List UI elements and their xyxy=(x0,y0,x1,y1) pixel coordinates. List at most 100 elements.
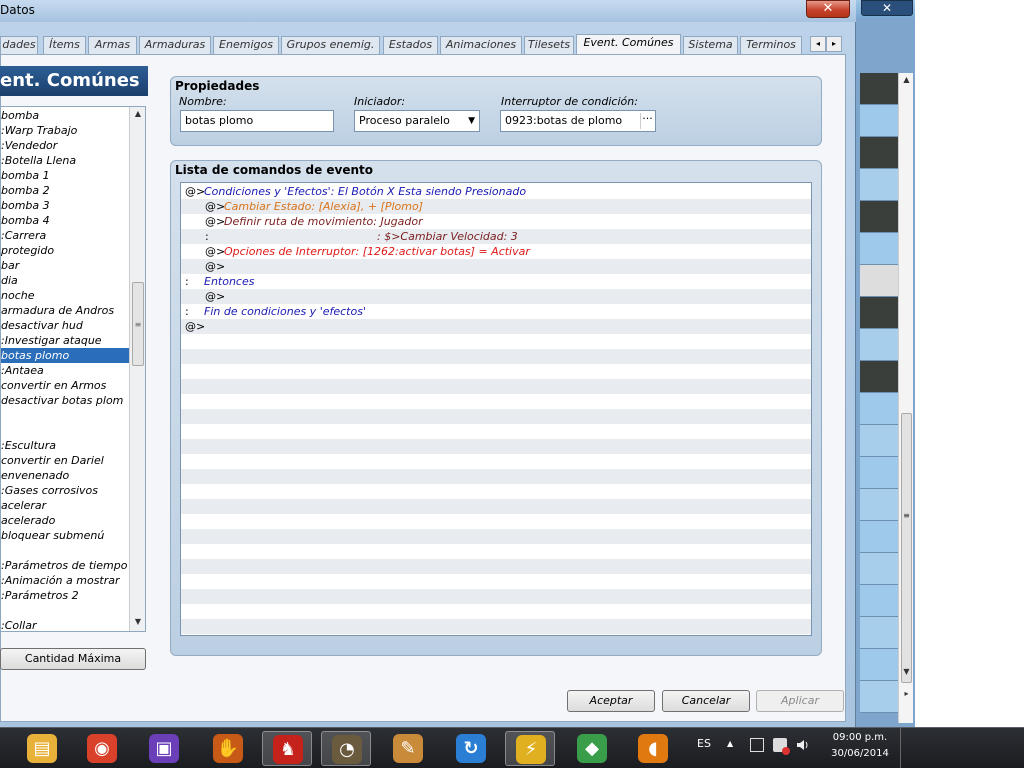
command-row[interactable] xyxy=(181,499,811,514)
list-item[interactable]: :Carrera xyxy=(1,228,129,243)
command-row[interactable]: @> xyxy=(181,259,811,274)
command-row[interactable] xyxy=(181,439,811,454)
name-input[interactable]: botas plomo xyxy=(180,110,334,132)
show-desktop-button[interactable] xyxy=(900,728,912,768)
tab-ítems[interactable]: Ítems xyxy=(43,36,86,54)
command-row[interactable] xyxy=(181,604,811,619)
command-row[interactable] xyxy=(181,469,811,484)
list-item[interactable]: desactivar botas plom xyxy=(1,393,129,408)
tab-terminos[interactable]: Terminos xyxy=(740,36,802,54)
taskbar-app-button[interactable]: ♞ xyxy=(262,731,312,766)
list-item[interactable]: protegido xyxy=(1,243,129,258)
command-row[interactable] xyxy=(181,574,811,589)
list-item[interactable]: :Gases corrosivos xyxy=(1,483,129,498)
list-item[interactable]: armadura de Andros xyxy=(1,303,129,318)
command-row[interactable] xyxy=(181,364,811,379)
list-item[interactable]: bomba 3 xyxy=(1,198,129,213)
command-row[interactable] xyxy=(181,409,811,424)
list-item[interactable]: :Parámetros 2 xyxy=(1,588,129,603)
list-item[interactable]: bomba 2 xyxy=(1,183,129,198)
command-row[interactable] xyxy=(181,424,811,439)
show-hidden-icons-icon[interactable]: ▲ xyxy=(727,739,733,748)
tab-scroll-left-icon[interactable]: ◂ xyxy=(810,36,826,52)
tab-grupos-enemig[interactable]: Grupos enemig. xyxy=(281,36,380,54)
tab-estados[interactable]: Estados xyxy=(383,36,438,54)
tab-armas[interactable]: Armas xyxy=(88,36,137,54)
list-item[interactable]: convertir en Dariel xyxy=(1,453,129,468)
tab-scroll-right-icon[interactable]: ▸ xyxy=(826,36,842,52)
command-row[interactable] xyxy=(181,349,811,364)
command-row[interactable] xyxy=(181,559,811,574)
command-row[interactable] xyxy=(181,334,811,349)
close-button[interactable]: ✕ xyxy=(806,0,850,18)
list-item[interactable]: :Antaea xyxy=(1,363,129,378)
list-item[interactable] xyxy=(1,543,129,558)
list-item[interactable]: :Warp Trabajo xyxy=(1,123,129,138)
taskbar-app-button[interactable]: ◆ xyxy=(567,731,617,766)
list-item[interactable]: :Collar xyxy=(1,618,129,631)
trigger-select[interactable]: Proceso paralelo ▼ xyxy=(354,110,480,132)
list-scroll-thumb[interactable]: ≡ xyxy=(132,282,144,366)
command-row[interactable]: : Entonces xyxy=(181,274,811,289)
action-center-icon[interactable] xyxy=(773,738,790,755)
command-row[interactable]: @> Condiciones y 'Efectos': El Botón X Es… xyxy=(181,184,811,199)
list-item[interactable]: acelerar xyxy=(1,498,129,513)
list-scrollbar[interactable]: ▲ ≡ ▼ xyxy=(129,107,145,631)
ok-button[interactable]: Aceptar xyxy=(567,690,655,712)
list-item[interactable]: :Vendedor xyxy=(1,138,129,153)
list-item[interactable]: :Escultura xyxy=(1,438,129,453)
command-row[interactable] xyxy=(181,514,811,529)
list-item[interactable]: :Animación a mostrar xyxy=(1,573,129,588)
list-item[interactable]: bloquear submenú xyxy=(1,528,129,543)
scroll-right-icon[interactable]: ▸ xyxy=(899,689,914,698)
network-icon[interactable] xyxy=(750,738,764,752)
clock-time[interactable]: 09:00 p.m. xyxy=(830,732,890,743)
command-row[interactable] xyxy=(181,589,811,604)
list-item[interactable] xyxy=(1,408,129,423)
taskbar-app-button[interactable]: ⚡ xyxy=(505,731,555,766)
taskbar-app-button[interactable]: ↻ xyxy=(446,731,496,766)
language-indicator[interactable]: ES xyxy=(697,737,711,750)
list-item[interactable]: bar xyxy=(1,258,129,273)
tab-animaciones[interactable]: Animaciones xyxy=(440,36,522,54)
command-row[interactable] xyxy=(181,484,811,499)
list-item[interactable]: :Investigar ataque xyxy=(1,333,129,348)
apply-button[interactable]: Aplicar xyxy=(756,690,844,712)
command-row[interactable] xyxy=(181,454,811,469)
background-scrollbar[interactable]: ▲ ≡ ▼ ▸ xyxy=(898,73,913,723)
taskbar-app-button[interactable]: ✋ xyxy=(203,731,253,766)
scroll-up-icon[interactable]: ▲ xyxy=(130,109,145,118)
clock-date[interactable]: 30/06/2014 xyxy=(830,748,890,759)
command-row[interactable]: @> Opciones de Interruptor: [1262:activar… xyxy=(181,244,811,259)
command-row[interactable]: : Fin de condiciones y 'efectos' xyxy=(181,304,811,319)
list-item[interactable]: bomba 4 xyxy=(1,213,129,228)
list-item[interactable]: acelerado xyxy=(1,513,129,528)
taskbar-app-button[interactable]: ◖ xyxy=(628,731,678,766)
scroll-up-icon[interactable]: ▲ xyxy=(899,75,914,84)
list-item[interactable]: :Parámetros de tiempo xyxy=(1,558,129,573)
taskbar-app-button[interactable]: ◉ xyxy=(77,731,127,766)
tab-enemigos[interactable]: Enemigos xyxy=(213,36,279,54)
common-events-list[interactable]: bomba:Warp Trabajo:Vendedor:Botella Llen… xyxy=(0,106,146,632)
scroll-thumb[interactable] xyxy=(901,413,912,683)
tab-sistema[interactable]: Sistema xyxy=(683,36,738,54)
command-row[interactable]: @> xyxy=(181,289,811,304)
command-row[interactable]: @> xyxy=(181,319,811,334)
taskbar-app-button[interactable]: ✎ xyxy=(383,731,433,766)
taskbar-app-button[interactable]: ◔ xyxy=(321,731,371,766)
command-row[interactable] xyxy=(181,394,811,409)
list-item[interactable]: convertir en Armos xyxy=(1,378,129,393)
cancel-button[interactable]: Cancelar xyxy=(662,690,750,712)
command-row[interactable]: @> Definir ruta de movimiento: Jugador xyxy=(181,214,811,229)
list-item[interactable]: noche xyxy=(1,288,129,303)
list-item[interactable] xyxy=(1,423,129,438)
max-quantity-button[interactable]: Cantidad Máxima xyxy=(0,648,146,670)
taskbar-app-button[interactable]: ▤ xyxy=(17,731,67,766)
taskbar-app-button[interactable]: ▣ xyxy=(139,731,189,766)
command-row[interactable]: @> Cambiar Estado: [Alexia], + [Plomo] xyxy=(181,199,811,214)
list-item[interactable]: dia xyxy=(1,273,129,288)
command-row[interactable] xyxy=(181,544,811,559)
tab-armaduras[interactable]: Armaduras xyxy=(139,36,211,54)
list-item[interactable]: botas plomo xyxy=(1,348,129,363)
scroll-down-icon[interactable]: ▼ xyxy=(130,617,145,626)
